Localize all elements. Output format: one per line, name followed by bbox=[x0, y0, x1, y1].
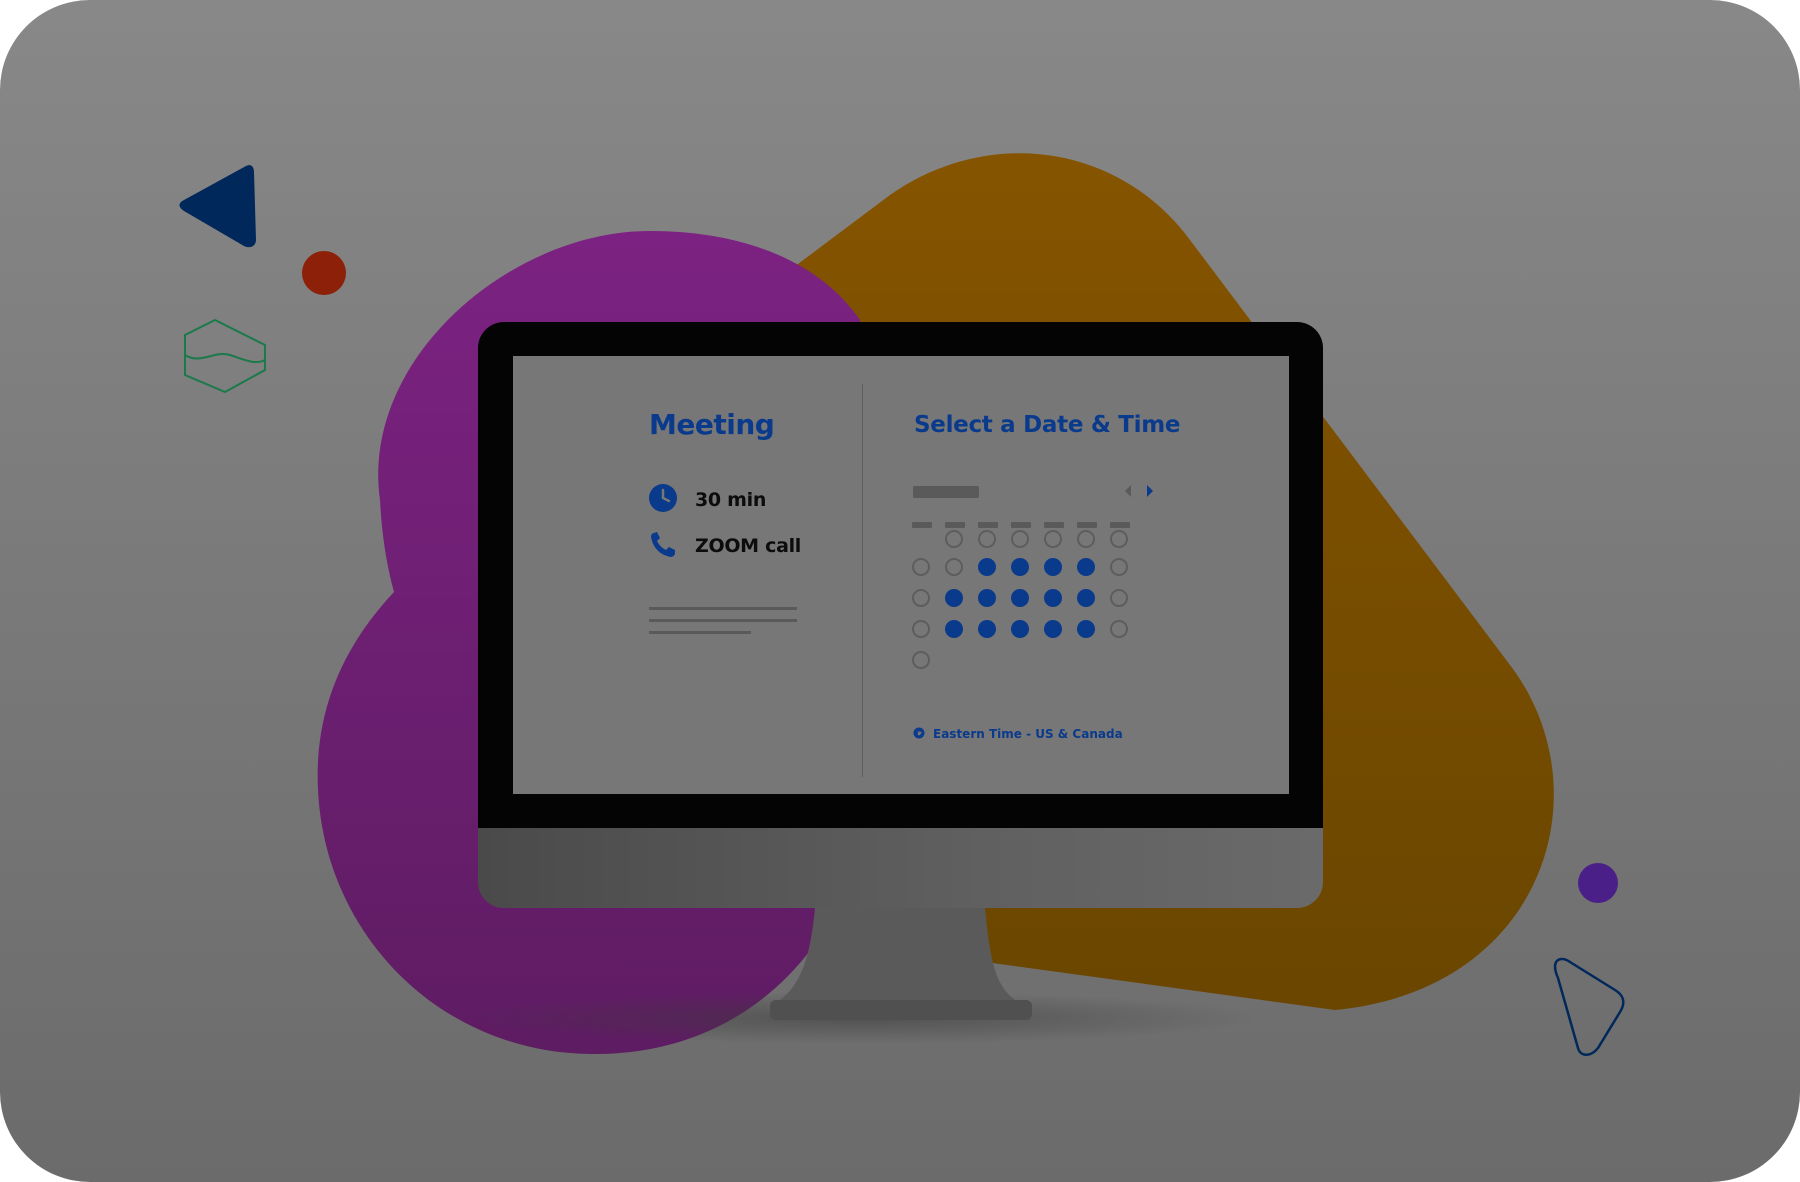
unavailable-date bbox=[1044, 530, 1062, 548]
weekday-label bbox=[945, 522, 965, 528]
unavailable-date bbox=[945, 530, 963, 548]
available-date[interactable] bbox=[945, 620, 963, 638]
weekday-label bbox=[1077, 522, 1097, 528]
meeting-title: Meeting bbox=[649, 408, 775, 441]
unavailable-date bbox=[912, 589, 930, 607]
globe-icon bbox=[913, 724, 925, 743]
weekday-label bbox=[978, 522, 998, 528]
weekday-label bbox=[1044, 522, 1064, 528]
available-date[interactable] bbox=[1077, 589, 1095, 607]
unavailable-date bbox=[1110, 530, 1128, 548]
location-row: ZOOM call bbox=[649, 530, 801, 562]
description-line bbox=[649, 619, 797, 622]
available-date[interactable] bbox=[1011, 558, 1029, 576]
weekday-label bbox=[912, 522, 932, 528]
available-date[interactable] bbox=[978, 589, 996, 607]
weekday-label bbox=[1011, 522, 1031, 528]
timezone-selector[interactable]: Eastern Time - US & Canada bbox=[913, 724, 1123, 743]
available-date[interactable] bbox=[978, 558, 996, 576]
chevron-left-icon bbox=[1123, 483, 1133, 502]
description-line bbox=[649, 631, 751, 634]
panel-divider bbox=[862, 384, 863, 777]
available-date[interactable] bbox=[1044, 558, 1062, 576]
duration-row: 30 min bbox=[649, 484, 766, 516]
navy-outline-triangle bbox=[1553, 957, 1625, 1056]
available-date[interactable] bbox=[1077, 620, 1095, 638]
monitor-stand-base bbox=[770, 1000, 1032, 1020]
next-month-button[interactable] bbox=[1143, 484, 1157, 500]
scheduling-screen: Meeting 30 min ZOOM call Select a Date &… bbox=[513, 356, 1289, 794]
available-date[interactable] bbox=[945, 589, 963, 607]
unavailable-date bbox=[1011, 530, 1029, 548]
phone-icon bbox=[649, 530, 677, 562]
prev-month-button[interactable] bbox=[1121, 484, 1135, 500]
unavailable-date bbox=[1110, 589, 1128, 607]
description-line bbox=[649, 607, 797, 610]
select-date-title: Select a Date & Time bbox=[914, 412, 1181, 438]
weekday-label bbox=[1110, 522, 1130, 528]
available-date[interactable] bbox=[1044, 620, 1062, 638]
available-date[interactable] bbox=[978, 620, 996, 638]
chevron-right-icon bbox=[1145, 483, 1155, 502]
available-date[interactable] bbox=[1011, 589, 1029, 607]
illustration-canvas: Meeting 30 min ZOOM call Select a Date &… bbox=[0, 0, 1800, 1182]
duration-label: 30 min bbox=[695, 489, 767, 511]
monitor-stand bbox=[780, 908, 1015, 1000]
green-outline-shape bbox=[184, 318, 266, 394]
unavailable-date bbox=[1077, 530, 1095, 548]
unavailable-date bbox=[1110, 558, 1128, 576]
unavailable-date bbox=[978, 530, 996, 548]
purple-dot bbox=[1578, 863, 1618, 903]
timezone-label: Eastern Time - US & Canada bbox=[933, 726, 1123, 741]
available-date[interactable] bbox=[1077, 558, 1095, 576]
monitor-chin bbox=[478, 828, 1323, 908]
red-dot bbox=[302, 251, 346, 295]
month-label bbox=[913, 486, 979, 498]
unavailable-date bbox=[945, 558, 963, 576]
unavailable-date bbox=[1110, 620, 1128, 638]
unavailable-date bbox=[912, 620, 930, 638]
available-date[interactable] bbox=[1011, 620, 1029, 638]
location-label: ZOOM call bbox=[695, 535, 802, 557]
unavailable-date bbox=[912, 651, 930, 669]
clock-icon bbox=[649, 484, 677, 516]
available-date[interactable] bbox=[1044, 589, 1062, 607]
unavailable-date bbox=[912, 558, 930, 576]
navy-triangle bbox=[179, 165, 256, 248]
